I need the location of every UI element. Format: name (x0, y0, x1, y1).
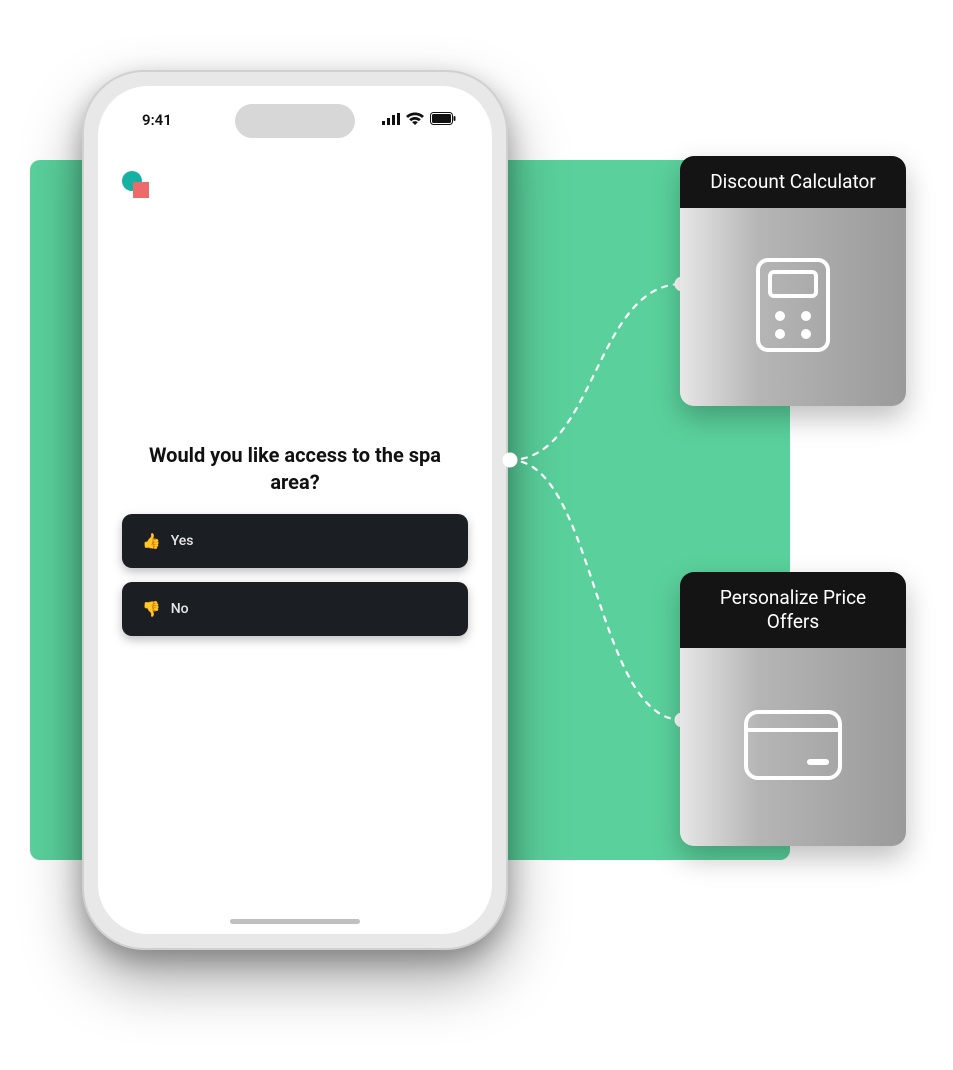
credit-card-icon (744, 710, 842, 784)
card-discount-calculator[interactable]: Discount Calculator (680, 156, 906, 406)
thumbs-down-icon: 👎 (142, 600, 161, 618)
status-time: 9:41 (128, 111, 172, 129)
card-body (680, 648, 906, 846)
dynamic-island (235, 104, 355, 138)
thumbs-up-icon: 👍 (142, 532, 161, 550)
wifi-icon (406, 111, 424, 129)
phone-mockup: 9:41 Would you like access to the spa ar… (82, 70, 508, 950)
app-logo (122, 171, 152, 201)
card-title: Personalize Price Offers (680, 572, 906, 648)
option-yes-button[interactable]: 👍 Yes (122, 514, 468, 568)
survey-question: Would you like access to the spa area? (128, 442, 462, 496)
status-icons (382, 111, 462, 129)
card-body (680, 208, 906, 406)
card-personalize-price-offers[interactable]: Personalize Price Offers (680, 572, 906, 846)
option-label: No (171, 601, 189, 617)
option-label: Yes (171, 533, 194, 549)
phone-screen: 9:41 Would you like access to the spa ar… (98, 86, 492, 934)
card-title: Discount Calculator (680, 156, 906, 208)
option-no-button[interactable]: 👎 No (122, 582, 468, 636)
battery-icon (430, 111, 456, 129)
survey-options: 👍 Yes 👎 No (122, 514, 468, 636)
home-indicator (230, 919, 360, 924)
calculator-icon (756, 258, 830, 356)
cellular-icon (382, 111, 400, 129)
